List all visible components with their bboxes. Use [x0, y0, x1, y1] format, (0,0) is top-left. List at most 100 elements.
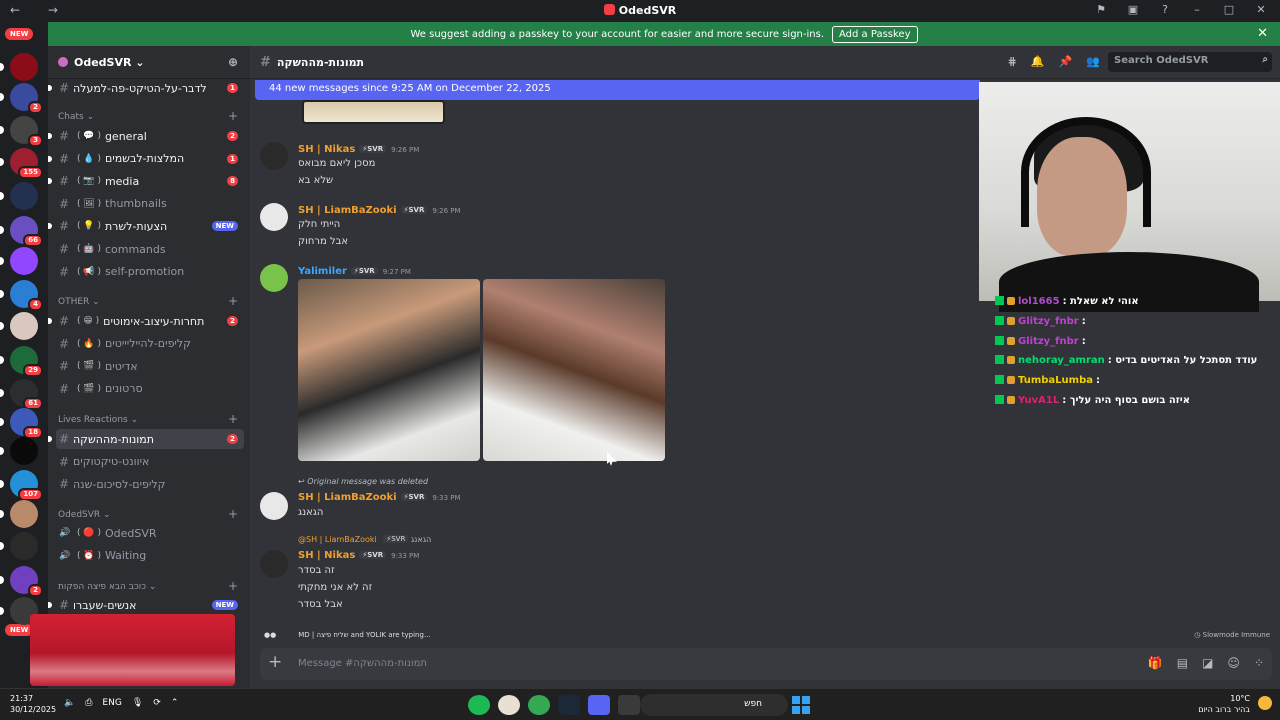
- server-icon[interactable]: [10, 312, 38, 340]
- channel-chats-5[interactable]: # ( 🤖 ) commands: [56, 239, 244, 259]
- server-icon[interactable]: [10, 53, 38, 81]
- author-name[interactable]: SH | Nikas: [298, 144, 355, 155]
- channel-pizza[interactable]: # אנשים-שעברו NEW: [48, 595, 244, 615]
- channel-chats-6[interactable]: # ( 📢 ) self-promotion: [56, 262, 244, 282]
- author-name[interactable]: SH | Nikas: [298, 550, 355, 561]
- file-explorer-icon[interactable]: [618, 695, 640, 715]
- category-pizza[interactable]: כוכב הבא פיצה הפקות ⌄: [58, 582, 156, 592]
- discord-icon[interactable]: [588, 695, 610, 715]
- stream-preview[interactable]: [30, 614, 235, 686]
- tray-expand-icon[interactable]: ⌃: [171, 698, 179, 708]
- new-unreads-badge[interactable]: NEW: [5, 28, 34, 40]
- new-messages-bar[interactable]: 44 new messages since 9:25 AM on Decembe…: [255, 80, 980, 100]
- server-icon[interactable]: 4: [10, 280, 43, 311]
- network-icon[interactable]: ⎙: [85, 698, 92, 708]
- channel-other-2[interactable]: # ( 🎬 ) אדיטים: [56, 356, 244, 376]
- server-icon[interactable]: 2: [10, 566, 43, 597]
- spotify-icon[interactable]: [468, 695, 490, 715]
- apps-icon[interactable]: ⁘: [1254, 656, 1264, 670]
- attachment-image[interactable]: [298, 279, 480, 461]
- avatar[interactable]: [260, 264, 288, 292]
- server-icon[interactable]: 107: [10, 470, 43, 501]
- mic-icon[interactable]: 🎙: [132, 698, 143, 708]
- add-passkey-button[interactable]: Add a Passkey: [832, 25, 918, 43]
- close-banner-icon[interactable]: ✕: [1257, 26, 1268, 41]
- sync-icon[interactable]: ⟳: [153, 698, 161, 708]
- channel-other-3[interactable]: # ( 🎬 ) סרטונים: [56, 379, 244, 399]
- server-icon[interactable]: 66: [10, 216, 43, 247]
- maximize-icon[interactable]: □: [1222, 3, 1236, 16]
- add-channel-icon[interactable]: +: [228, 579, 238, 593]
- minimize-icon[interactable]: –: [1190, 3, 1204, 16]
- taskbar-search[interactable]: חפש: [640, 694, 788, 716]
- upload-plus-icon[interactable]: +: [268, 652, 282, 672]
- avatar[interactable]: [260, 203, 288, 231]
- windows-start-icon[interactable]: [792, 696, 810, 714]
- server-icon[interactable]: [10, 532, 38, 560]
- bell-icon[interactable]: 🔔: [1031, 55, 1045, 68]
- channel-chats-2[interactable]: # ( 📷 ) media 8: [48, 171, 244, 191]
- clock[interactable]: 21:37 30/12/2025: [10, 693, 56, 715]
- channel-top[interactable]: # לדבר-על-הטיקט-פה-למעלה 1: [48, 78, 244, 98]
- pin-icon[interactable]: 📌: [1059, 55, 1073, 68]
- invite-icon[interactable]: ⊕: [228, 55, 238, 69]
- add-channel-icon[interactable]: +: [228, 109, 238, 123]
- app-icon[interactable]: [498, 695, 520, 715]
- avatar[interactable]: [260, 492, 288, 520]
- author-name[interactable]: SH | LiamBaZooki: [298, 205, 397, 216]
- steam-icon[interactable]: [558, 695, 580, 715]
- screen-icon[interactable]: ▣: [1126, 3, 1140, 16]
- channel-other-1[interactable]: # ( 🔥 ) קליפים-להייליייטים: [56, 334, 244, 354]
- attachment-image[interactable]: [483, 279, 665, 461]
- reply-preview[interactable]: ↩ Original message was deleted: [298, 477, 428, 486]
- channel-voice-1[interactable]: 🔊 ( ⏰ ) Waiting: [56, 546, 244, 566]
- server-icon[interactable]: 2: [10, 83, 43, 114]
- category-lives[interactable]: Lives Reactions ⌄: [58, 415, 138, 425]
- help-icon[interactable]: ?: [1158, 3, 1172, 16]
- server-icon[interactable]: [10, 182, 38, 210]
- server-icon[interactable]: [10, 437, 38, 465]
- add-channel-icon[interactable]: +: [228, 507, 238, 521]
- reply-preview[interactable]: @SH | LiamBaZooki ⚡SVR הגאנג: [298, 535, 431, 544]
- channel-chats-0[interactable]: # ( 💬 ) general 2: [48, 126, 244, 146]
- guild-header[interactable]: OdedSVR ⌄ ⊕: [48, 46, 250, 79]
- server-icon[interactable]: 61: [10, 379, 43, 410]
- channel-lives-1[interactable]: # איוונט-טיקטוקים: [56, 452, 244, 472]
- search-input[interactable]: Search OdedSVR ⌕: [1108, 52, 1272, 72]
- channel-lives-0[interactable]: # תמונות-מההשקה 2: [48, 429, 244, 449]
- server-icon[interactable]: 18: [10, 408, 43, 439]
- server-icon[interactable]: [10, 500, 38, 528]
- category-other[interactable]: OTHER ⌄: [58, 297, 100, 307]
- inbox-icon[interactable]: ⚑: [1094, 3, 1108, 16]
- add-channel-icon[interactable]: +: [228, 294, 238, 308]
- author-name[interactable]: Yalimiler: [298, 266, 347, 277]
- server-icon[interactable]: 3: [10, 116, 43, 147]
- server-icon[interactable]: 29: [10, 346, 43, 377]
- volume-icon[interactable]: 🔈: [64, 698, 75, 708]
- channel-chats-1[interactable]: # ( 💧 ) המלצות-לבשמים 1: [48, 149, 244, 169]
- channel-voice-0[interactable]: 🔊 ( 🔴 ) OdedSVR: [56, 523, 244, 543]
- channel-chats-3[interactable]: # ( 🖼 ) thumbnails: [56, 194, 244, 214]
- author-name[interactable]: SH | LiamBaZooki: [298, 492, 397, 503]
- server-icon[interactable]: 155: [10, 148, 43, 179]
- gif-icon[interactable]: ▤: [1177, 656, 1188, 670]
- chrome-icon[interactable]: [528, 695, 550, 715]
- gift-icon[interactable]: 🎁: [1148, 656, 1163, 670]
- avatar[interactable]: [260, 550, 288, 578]
- sticker-icon[interactable]: ◪: [1202, 656, 1213, 670]
- emoji-icon[interactable]: ☺: [1227, 656, 1240, 670]
- channel-chats-4[interactable]: # ( 💡 ) הצעות-לשרת NEW: [48, 216, 244, 236]
- language-indicator[interactable]: ENG: [102, 698, 121, 708]
- threads-icon[interactable]: ⋕: [1008, 55, 1017, 68]
- avatar[interactable]: [260, 142, 288, 170]
- category-voice[interactable]: OdedSVR ⌄: [58, 510, 111, 520]
- message-composer[interactable]: + Message #תמונות-מההשקה 🎁 ▤ ◪ ☺ ⁘: [260, 648, 1272, 680]
- members-icon[interactable]: 👥: [1086, 55, 1100, 68]
- attachment-image[interactable]: [302, 100, 445, 124]
- channel-lives-2[interactable]: # קליפים-לסיכום-שנה: [56, 474, 244, 494]
- server-icon[interactable]: [10, 247, 38, 275]
- weather-widget[interactable]: 10°C בהיר ברוב היום: [1198, 693, 1250, 715]
- composer-placeholder[interactable]: Message #תמונות-מההשקה: [298, 658, 427, 669]
- close-window-icon[interactable]: ✕: [1254, 3, 1268, 16]
- add-channel-icon[interactable]: +: [228, 412, 238, 426]
